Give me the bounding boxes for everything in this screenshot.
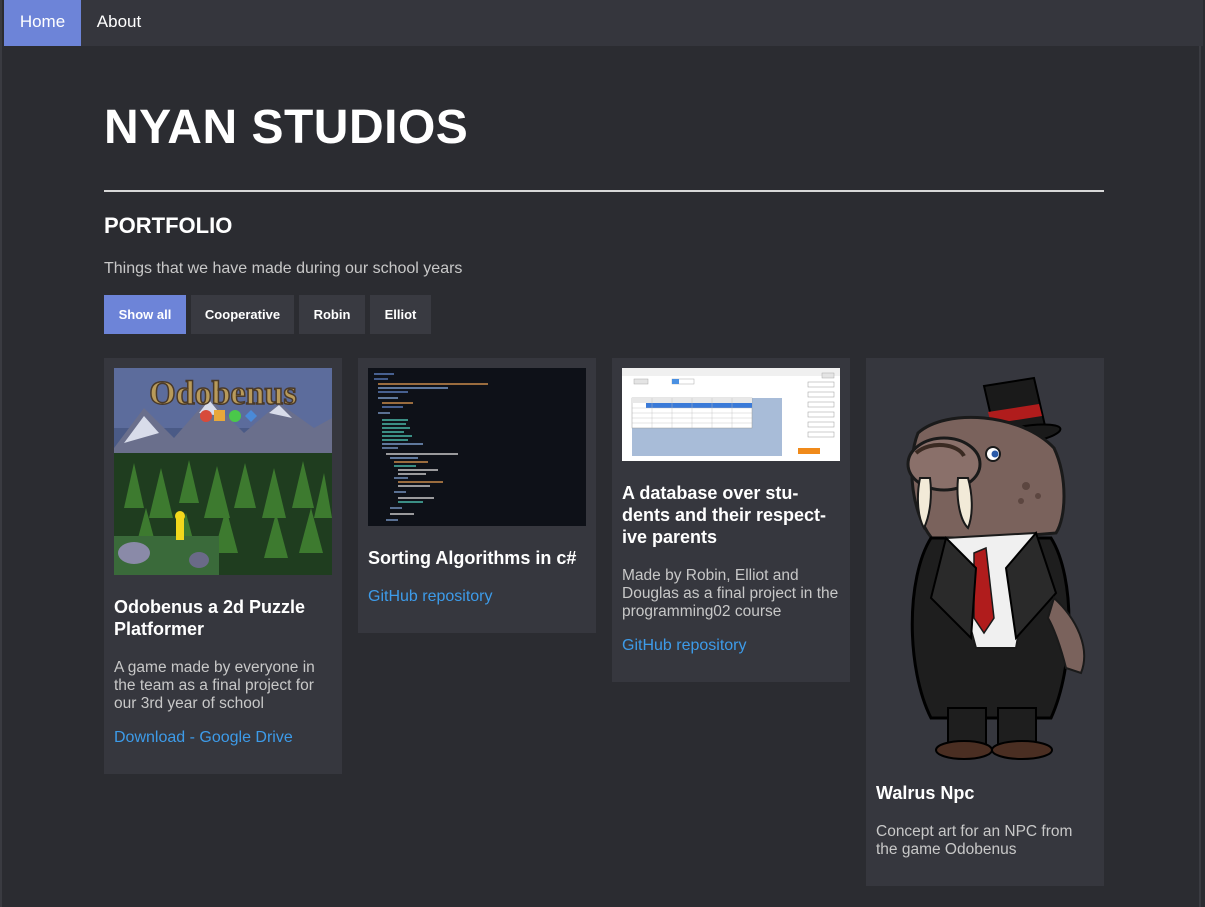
portfolio-card-database: A database over stu- dents and their res… (612, 358, 850, 682)
portfolio-title: PORTFOLIO (104, 213, 233, 238)
card-title: Odobenus a 2d Puzzle Platformer (114, 597, 306, 639)
code-editor-screenshot (368, 368, 586, 526)
github-repository-link[interactable]: GitHub repository (622, 637, 747, 655)
card-title: Sorting Algorithms in c# (368, 548, 577, 568)
filter-show-all-button[interactable]: Show all (104, 295, 186, 334)
odobenus-game-screenshot: Odobenus (114, 368, 332, 575)
card-description: A game made by everyone in the team as a… (114, 659, 315, 712)
portfolio-card-walrus-npc: Walrus Npc Concept art for an NPC from t… (866, 358, 1104, 886)
header-divider (104, 190, 1104, 192)
portfolio-subtitle: Things that we have made during our scho… (104, 260, 463, 277)
site-title: NYAN STUDIOS (104, 101, 469, 154)
odobenus-logo-text: Odobenus (149, 375, 296, 412)
card-description: Made by Robin, Elliot and Douglas as a f… (622, 567, 839, 620)
card-title: Walrus Npc (876, 783, 975, 803)
card-title-line: dents and their respect- (622, 505, 827, 525)
walrus-concept-art (876, 368, 1094, 768)
page-frame: Home About NYAN STUDIOS PORTFOLIO Things… (0, 0, 1203, 907)
card-title: A database over stu- dents and their res… (622, 482, 847, 548)
nav-about-link[interactable]: About (81, 0, 157, 46)
card-description: Concept art for an NPC from the game Odo… (876, 823, 1073, 858)
filter-elliot-button[interactable]: Elliot (370, 295, 431, 334)
portfolio-card-sorting-algorithms: Sorting Algorithms in c# GitHub reposito… (358, 358, 596, 633)
filter-cooperative-button[interactable]: Cooperative (191, 295, 294, 334)
card-title-line: A database over stu- (622, 483, 799, 503)
card-title-line: ive parents (622, 527, 718, 547)
nav-home-link[interactable]: Home (4, 0, 81, 46)
github-repository-link[interactable]: GitHub repository (368, 588, 493, 606)
top-navbar: Home About (4, 0, 1203, 46)
filter-robin-button[interactable]: Robin (299, 295, 365, 334)
database-app-screenshot (622, 368, 840, 461)
portfolio-card-odobenus: Odobenus Odobenus a 2d Puzzle Platformer… (104, 358, 342, 774)
download-google-drive-link[interactable]: Download - Google Drive (114, 729, 293, 747)
